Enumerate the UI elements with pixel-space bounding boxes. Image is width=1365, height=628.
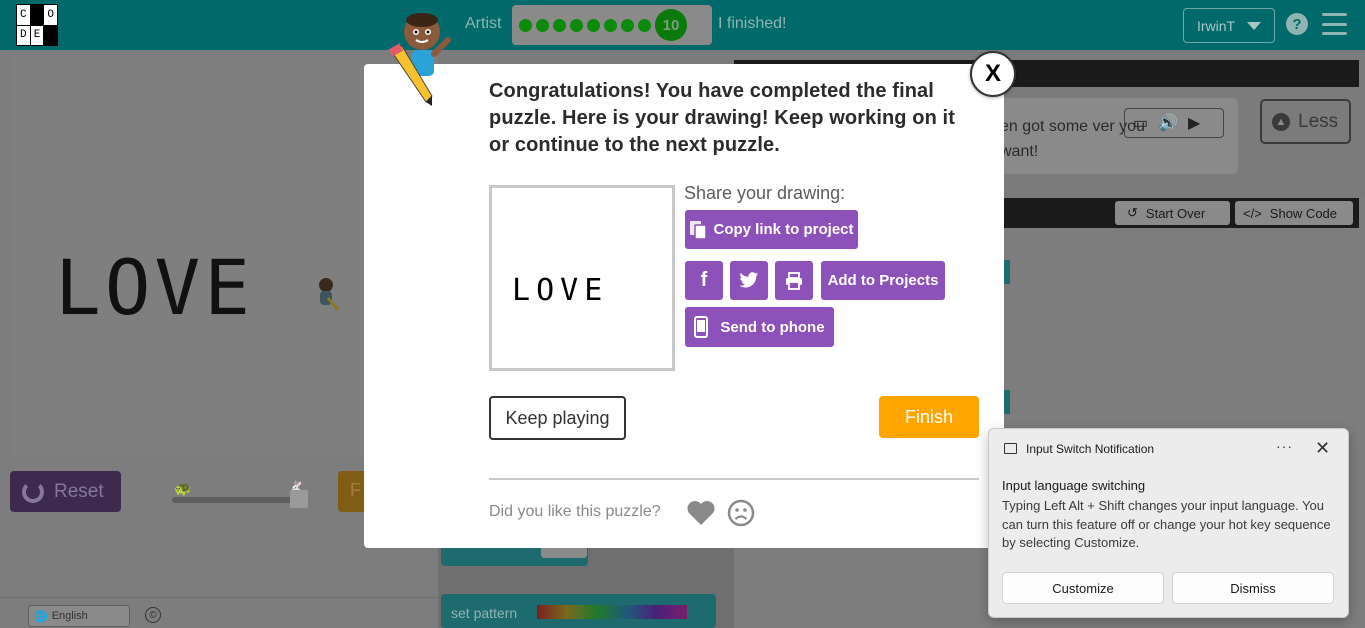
progress-dot[interactable]	[621, 18, 634, 32]
less-button[interactable]: ▲ Less	[1260, 99, 1351, 144]
progress-dot[interactable]	[638, 18, 651, 32]
keep-playing-button[interactable]: Keep playing	[489, 396, 626, 440]
show-code-button[interactable]: </> Show Code	[1235, 201, 1353, 225]
heart-icon[interactable]	[686, 499, 716, 527]
more-options-icon[interactable]: ···	[1276, 438, 1293, 454]
congratulations-message: Congratulations! You have completed the …	[489, 80, 955, 156]
logo-letter-d: D	[17, 25, 30, 45]
canvas-drawing: LOVE	[55, 250, 254, 326]
chevron-up-icon: ▲	[1272, 112, 1290, 131]
print-button[interactable]	[775, 261, 813, 300]
facebook-icon: f	[700, 269, 708, 291]
progress-dot[interactable]	[604, 18, 617, 32]
canvas-drawing-text: LOVE	[55, 243, 255, 332]
chevron-down-icon	[1247, 21, 1262, 30]
hamburger-menu-icon[interactable]	[1322, 13, 1347, 35]
thumb-letter: L	[512, 273, 531, 308]
user-name: IrwinT	[1197, 17, 1236, 34]
progress-dot[interactable]	[553, 18, 566, 32]
customize-button[interactable]: Customize	[1002, 572, 1164, 604]
share-label: Share your drawing:	[684, 183, 846, 203]
thumb-letter: V	[560, 273, 579, 308]
toast-heading: Input language switching	[1002, 478, 1146, 493]
divider	[489, 478, 979, 480]
reset-label: Reset	[54, 480, 104, 502]
logo-letter-c: C	[17, 5, 30, 25]
stage-name: Artist	[465, 15, 502, 32]
slider-thumb[interactable]	[290, 490, 308, 508]
pattern-dropdown[interactable]	[537, 605, 687, 619]
current-level-bubble[interactable]: 10	[655, 9, 687, 41]
logo-letter-o: O	[44, 5, 57, 25]
level-progress: 10	[512, 5, 712, 45]
facebook-share-button[interactable]: f	[685, 261, 723, 300]
feedback-prompt: Did you like this puzzle?	[489, 503, 661, 520]
speed-slider[interactable]: 🐢 🐇	[172, 480, 312, 510]
finish-button[interactable]: Finish	[879, 396, 979, 438]
add-to-projects-button[interactable]: Add to Projects	[821, 261, 945, 300]
show-code-label: Show Code	[1269, 205, 1338, 221]
less-label: Less	[1298, 110, 1339, 132]
send-to-phone-label: Send to phone	[720, 318, 825, 336]
code-org-logo[interactable]: C O D E	[16, 4, 58, 46]
reset-button[interactable]: Reset	[10, 471, 121, 512]
close-icon[interactable]: ✕	[1315, 438, 1330, 459]
progress-dot[interactable]	[570, 18, 583, 32]
logo-letter-e: E	[30, 25, 44, 45]
toast-body: Typing Left Alt + Shift changes your inp…	[1002, 498, 1331, 550]
progress-dot[interactable]	[587, 18, 600, 32]
copy-link-label: Copy link to project	[713, 221, 854, 238]
phone-icon	[694, 316, 709, 338]
progress-dot[interactable]	[519, 18, 532, 32]
start-over-label: Start Over	[1145, 205, 1206, 221]
copyright-icon[interactable]: ©	[145, 607, 161, 623]
set-pattern-block[interactable]: set pattern	[441, 594, 716, 628]
thumbnail-drawing: L O V E	[512, 276, 602, 306]
progress-dot[interactable]	[536, 18, 549, 32]
language-select[interactable]: 🌐 English	[28, 605, 130, 627]
slider-track[interactable]	[172, 497, 307, 503]
dismiss-button[interactable]: Dismiss	[1172, 572, 1334, 604]
language-value: English	[51, 610, 88, 622]
copy-link-button[interactable]: Copy link to project	[685, 210, 858, 249]
play-icon[interactable]: ▶	[1188, 113, 1200, 133]
block-label: set pattern	[451, 605, 518, 621]
start-over-button[interactable]: ↺ Start Over	[1115, 201, 1230, 225]
thumb-letter: E	[584, 273, 603, 308]
undo-icon: ↺	[1127, 205, 1138, 220]
send-to-phone-button[interactable]: Send to phone	[685, 307, 834, 347]
help-icon[interactable]: ?	[1286, 13, 1308, 35]
i-finished-link[interactable]: I finished!	[718, 15, 786, 33]
frown-icon[interactable]	[727, 499, 755, 527]
pencil-mascot-icon	[388, 13, 451, 106]
copy-icon	[690, 220, 708, 240]
code-icon: </>	[1243, 205, 1262, 221]
twitter-icon	[739, 272, 759, 288]
reset-icon	[22, 480, 44, 503]
toast-title: Input Switch Notification	[1026, 442, 1155, 456]
audio-controls[interactable]: ▭ 🔊 ▶	[1124, 108, 1224, 138]
volume-icon[interactable]: 🔊	[1158, 113, 1178, 133]
twitter-share-button[interactable]	[730, 261, 768, 300]
mute-icon[interactable]: ▭	[1133, 113, 1148, 133]
keyboard-icon	[1004, 443, 1017, 454]
user-menu[interactable]: IrwinT	[1183, 8, 1275, 43]
globe-icon: 🌐	[34, 610, 48, 623]
printer-icon	[786, 271, 802, 290]
drawing-thumbnail: L O V E	[489, 185, 675, 371]
turtle-slow-icon: 🐢	[174, 480, 192, 496]
thumb-letter: O	[536, 273, 555, 308]
artist-character-icon	[319, 278, 340, 311]
